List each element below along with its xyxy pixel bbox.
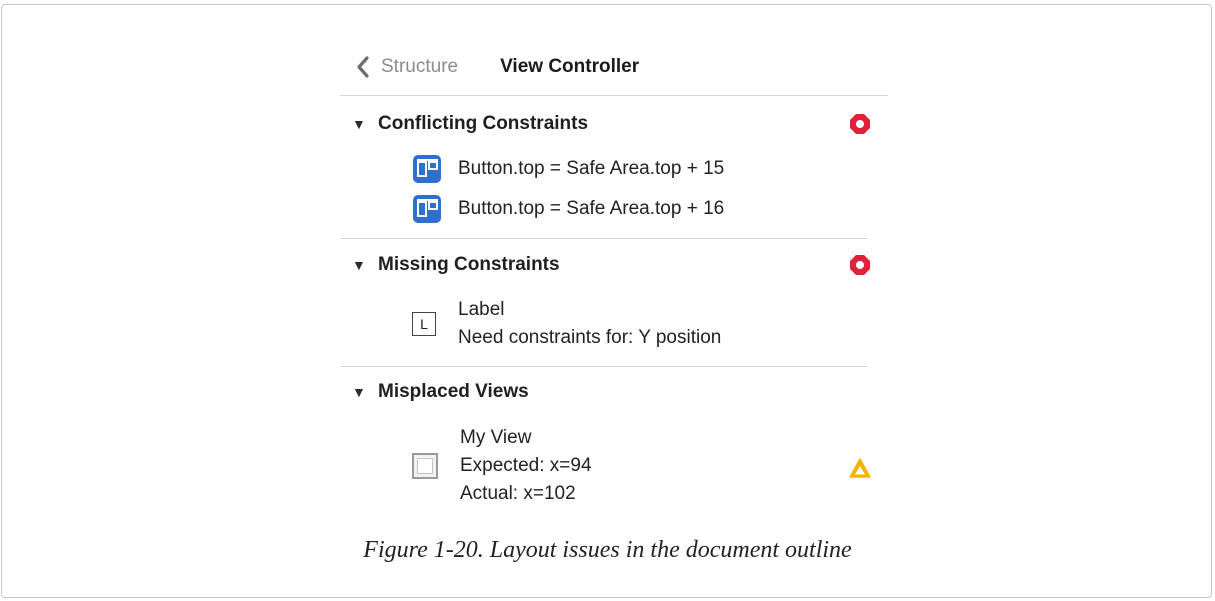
divider xyxy=(340,238,868,239)
constraint-label: Button.top = Safe Area.top + 15 xyxy=(458,158,725,179)
figure-caption: Figure 1-20. Layout issues in the docume… xyxy=(363,537,852,563)
missing-constraint-row[interactable]: L Label Need constraints for: Y position xyxy=(412,296,721,352)
misplaced-view-row[interactable]: My View Expected: x=94 Actual: x=102 xyxy=(412,424,592,508)
section-title: Conflicting Constraints xyxy=(378,113,589,134)
constraint-row[interactable]: Button.top = Safe Area.top + 15 xyxy=(412,154,724,184)
back-button[interactable]: Structure xyxy=(354,55,458,79)
view-name: My View xyxy=(460,427,532,448)
section-title: Misplaced Views xyxy=(378,381,529,402)
error-icon xyxy=(850,255,870,275)
view-name: Label xyxy=(458,299,505,320)
constraint-label: Button.top = Safe Area.top + 16 xyxy=(458,198,725,219)
label-icon: L xyxy=(412,312,436,336)
navigation-bar: Structure View Controller xyxy=(354,52,639,82)
section-header-misplaced-views[interactable]: ▼ Misplaced Views xyxy=(352,378,529,406)
page-title: View Controller xyxy=(500,56,640,77)
constraint-icon xyxy=(413,195,441,223)
section-title: Missing Constraints xyxy=(378,254,560,275)
constraint-icon xyxy=(413,155,441,183)
warning-icon xyxy=(849,458,871,478)
divider xyxy=(340,95,888,96)
disclosure-triangle-icon: ▼ xyxy=(352,257,366,273)
section-header-conflicting-constraints[interactable]: ▼ Conflicting Constraints xyxy=(352,110,588,138)
document-outline-panel: Structure View Controller ▼ Conflicting … xyxy=(340,44,888,504)
back-button-label: Structure xyxy=(381,56,459,77)
section-header-missing-constraints[interactable]: ▼ Missing Constraints xyxy=(352,251,560,279)
issue-detail: Need constraints for: Y position xyxy=(458,327,722,348)
error-icon xyxy=(850,114,870,134)
actual-position: Actual: x=102 xyxy=(460,483,576,504)
constraint-row[interactable]: Button.top = Safe Area.top + 16 xyxy=(412,194,724,224)
expected-position: Expected: x=94 xyxy=(460,455,592,476)
view-icon xyxy=(412,453,438,479)
divider xyxy=(340,366,868,367)
disclosure-triangle-icon: ▼ xyxy=(352,384,366,400)
chevron-left-icon xyxy=(357,56,369,78)
disclosure-triangle-icon: ▼ xyxy=(352,116,366,132)
